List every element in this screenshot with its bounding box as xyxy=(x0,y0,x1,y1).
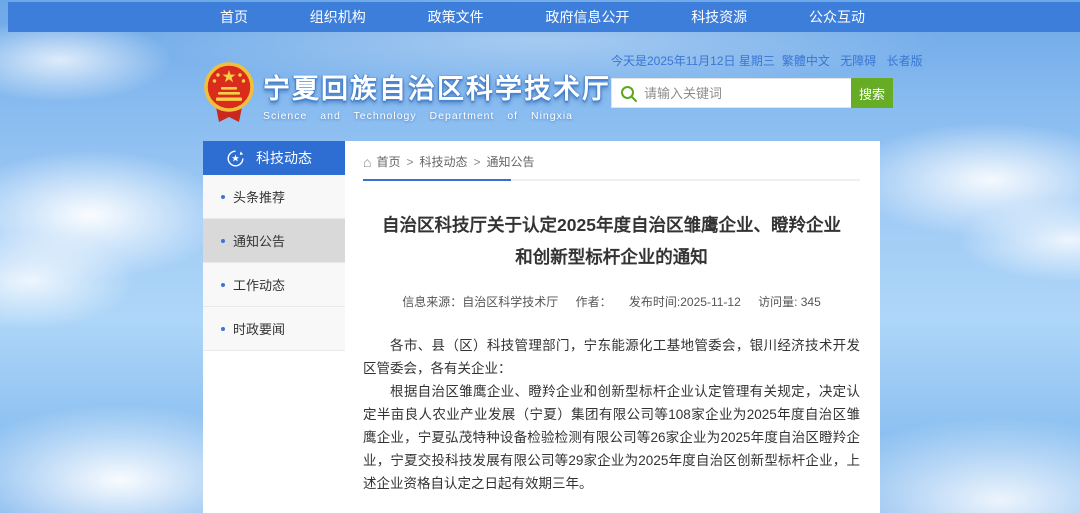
article-meta: 信息来源：自治区科学技术厅 作者： 发布时间:2025-11-12 访问量: 3… xyxy=(363,293,860,310)
sidebar-item-label: 时政要闻 xyxy=(233,319,285,338)
link-elder-version[interactable]: 长者版 xyxy=(887,54,923,68)
nav-item-sci-tech-resources[interactable]: 科技资源 xyxy=(681,7,757,27)
search-icon xyxy=(620,85,638,103)
nav-item-public-interaction[interactable]: 公众互动 xyxy=(799,7,875,27)
site-brand[interactable]: 宁夏回族自治区科学技术厅 Science and Technology Depa… xyxy=(203,52,611,136)
breadcrumb-notices[interactable]: 通知公告 xyxy=(487,153,535,170)
meta-publish-time: 发布时间:2025-11-12 xyxy=(629,295,741,309)
sci-tech-news-icon xyxy=(227,150,244,167)
sidebar: 科技动态 头条推荐 通知公告 工作动态 时政要闻 xyxy=(203,141,345,513)
nav-item-policy-documents[interactable]: 政策文件 xyxy=(418,7,494,27)
bullet-dot-icon xyxy=(221,283,225,287)
sidebar-item-work-dynamics[interactable]: 工作动态 xyxy=(203,263,345,307)
site-subtitle-en: Science and Technology Department of Nin… xyxy=(263,110,611,122)
sidebar-item-headline-recommend[interactable]: 头条推荐 xyxy=(203,175,345,219)
nav-item-organization[interactable]: 组织机构 xyxy=(300,7,376,27)
content-panel: 科技动态 头条推荐 通知公告 工作动态 时政要闻 ⌂ 首页 > xyxy=(203,141,880,513)
home-icon: ⌂ xyxy=(363,154,371,170)
breadcrumb: ⌂ 首页 > 科技动态 > 通知公告 xyxy=(363,153,860,170)
sidebar-item-label: 通知公告 xyxy=(233,231,285,250)
bullet-dot-icon xyxy=(221,195,225,199)
site-title: 宁夏回族自治区科学技术厅 xyxy=(263,67,611,106)
sidebar-item-label: 头条推荐 xyxy=(233,187,285,206)
bullet-dot-icon xyxy=(221,327,225,331)
nav-item-home[interactable]: 首页 xyxy=(210,7,258,27)
link-traditional-chinese[interactable]: 繁體中文 xyxy=(782,54,830,68)
body-paragraph: 根据自治区雏鹰企业、瞪羚企业和创新型标杆企业认定管理有关规定，决定认定半亩良人农… xyxy=(363,380,860,495)
breadcrumb-home[interactable]: 首页 xyxy=(376,153,400,170)
site-header: 宁夏回族自治区科学技术厅 Science and Technology Depa… xyxy=(203,48,880,136)
current-date-text: 今天是2025年11月12日 星期三 xyxy=(611,52,775,69)
body-paragraph: 各市、县（区）科技管理部门，宁东能源化工基地管委会，银川经济技术开发区管委会，各… xyxy=(363,334,860,380)
breadcrumb-separator: > xyxy=(474,155,481,169)
search-button[interactable]: 搜索 xyxy=(851,78,893,108)
national-emblem-logo xyxy=(203,62,255,126)
article-title: 自治区科技厅关于认定2025年度自治区雏鹰企业、瞪羚企业 和创新型标杆企业的通知 xyxy=(363,209,860,273)
meta-author: 作者： xyxy=(576,295,612,309)
nav-item-gov-info-disclosure[interactable]: 政府信息公开 xyxy=(535,7,639,27)
breadcrumb-divider xyxy=(363,179,860,181)
sidebar-item-label: 工作动态 xyxy=(233,275,285,294)
sidebar-item-current-politics[interactable]: 时政要闻 xyxy=(203,307,345,351)
article-body: 各市、县（区）科技管理部门，宁东能源化工基地管委会，银川经济技术开发区管委会，各… xyxy=(363,334,860,495)
meta-source: 信息来源：自治区科学技术厅 xyxy=(402,295,558,309)
top-navigation: 首页 组织机构 政策文件 政府信息公开 科技资源 公众互动 xyxy=(8,2,1080,32)
link-accessibility[interactable]: 无障碍 xyxy=(840,54,876,68)
breadcrumb-separator: > xyxy=(406,155,413,169)
sidebar-item-notices[interactable]: 通知公告 xyxy=(203,219,345,263)
search-input[interactable] xyxy=(612,79,851,107)
meta-visit-count: 访问量: 345 xyxy=(758,295,821,309)
sidebar-title: 科技动态 xyxy=(256,148,312,168)
article-area: ⌂ 首页 > 科技动态 > 通知公告 自治区科技厅关于认定2025年度自治区雏鹰… xyxy=(345,141,880,513)
sidebar-header: 科技动态 xyxy=(203,141,345,175)
bullet-dot-icon xyxy=(221,239,225,243)
breadcrumb-sci-tech-news[interactable]: 科技动态 xyxy=(420,153,468,170)
